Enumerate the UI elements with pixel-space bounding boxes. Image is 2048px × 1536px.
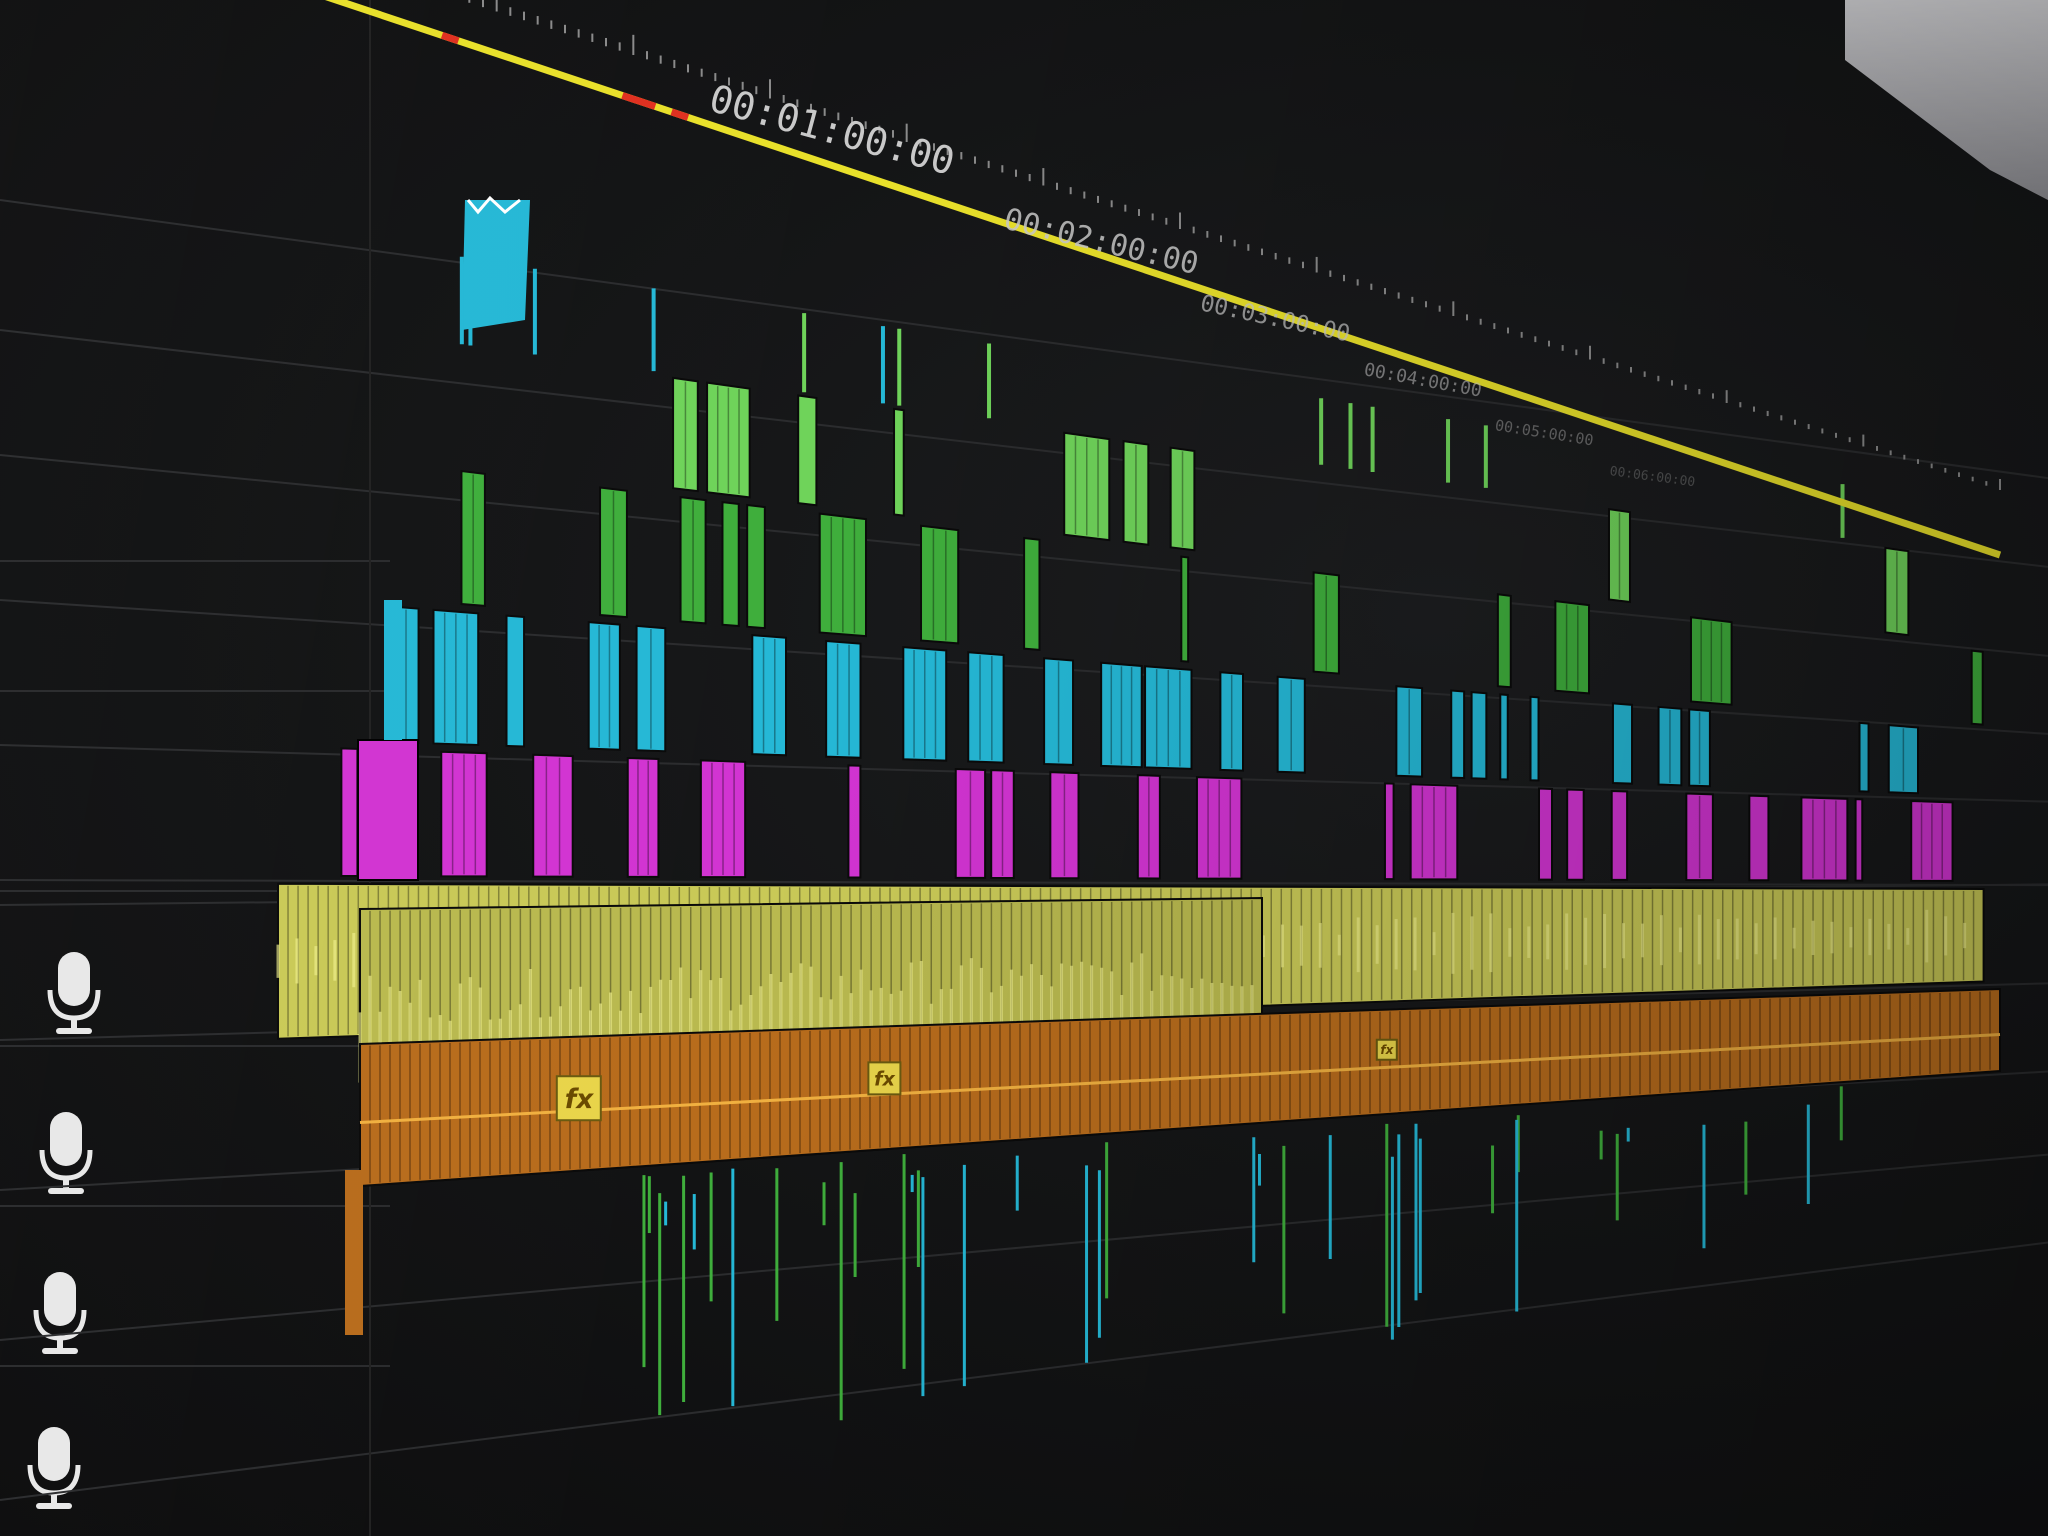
ruler-timecode-label: 00:05:00:00 — [1494, 416, 1595, 449]
video-clip-v3[interactable] — [505, 614, 526, 748]
video-clip-v2[interactable] — [1566, 788, 1585, 881]
video-clip-v4[interactable] — [1180, 555, 1190, 663]
video-clip-v5[interactable] — [797, 394, 818, 507]
video-clip-v3-head[interactable] — [384, 600, 402, 740]
video-clip-v4[interactable] — [1970, 649, 1984, 726]
video-clip-v5[interactable] — [893, 407, 905, 517]
video-clip-v4[interactable] — [1023, 536, 1041, 651]
track-lane-line — [0, 1153, 2048, 1341]
render-bar-segment — [621, 92, 657, 110]
video-clip-v3[interactable] — [1499, 693, 1509, 781]
video-clip-v2[interactable] — [626, 756, 660, 878]
video-clip-v3[interactable] — [1611, 702, 1634, 785]
video-clip-v3[interactable] — [1470, 691, 1488, 780]
video-clip-v4[interactable] — [920, 524, 960, 645]
video-clip-v2[interactable] — [1748, 794, 1770, 882]
video-clip-v2[interactable] — [532, 753, 574, 878]
video-clip-v3[interactable] — [1529, 695, 1540, 782]
ruler-timecode-label: 00:06:00:00 — [1609, 464, 1696, 490]
ruler-timecode-label: 00:02:00:00 — [1001, 202, 1202, 282]
video-clip-v3[interactable] — [1858, 721, 1870, 793]
video-clip-v2[interactable] — [1610, 789, 1629, 881]
track-lane-line — [0, 199, 2048, 480]
video-clip-v2[interactable] — [340, 747, 359, 877]
video-clip-v2[interactable] — [1383, 782, 1395, 881]
video-clip-v4[interactable] — [1554, 600, 1591, 695]
track-lane-line — [0, 329, 2048, 568]
render-bar-segment — [440, 32, 460, 45]
video-clip-v2-head[interactable] — [357, 739, 419, 881]
audio-clip-a3-head[interactable] — [345, 1170, 363, 1335]
video-clip-v3[interactable] — [1450, 689, 1466, 780]
render-bar-segment — [670, 108, 690, 121]
video-clip-v3[interactable] — [967, 651, 1005, 764]
video-clip-v4[interactable] — [1496, 593, 1512, 689]
video-clip-v4[interactable] — [746, 503, 766, 630]
video-clip-v3[interactable] — [751, 634, 788, 757]
video-clip-v4[interactable] — [721, 500, 740, 628]
video-clip-v3[interactable] — [587, 621, 621, 751]
fx-badge-label: fx — [1380, 1043, 1394, 1057]
ruler-timecode-label: 00:03:00:00 — [1198, 290, 1352, 347]
timeline-sequence[interactable]: 00:01:00:0000:02:00:0000:03:00:0000:04:0… — [0, 0, 2048, 1536]
premiere-timeline-window: 00:01:00:00 00:02:00:00 00:03:00:00 00:04:0… — [0, 0, 2048, 1536]
track-lane-line — [0, 744, 2048, 803]
video-clip-v2[interactable] — [1854, 798, 1864, 882]
video-clip-v2[interactable] — [1538, 787, 1553, 881]
fx-badge-label: fx — [874, 1067, 895, 1090]
fx-badge-label: fx — [565, 1084, 594, 1115]
video-clip-v3[interactable] — [825, 639, 862, 759]
track-lane-line — [0, 1241, 2048, 1501]
video-clip-v2[interactable] — [847, 764, 862, 879]
